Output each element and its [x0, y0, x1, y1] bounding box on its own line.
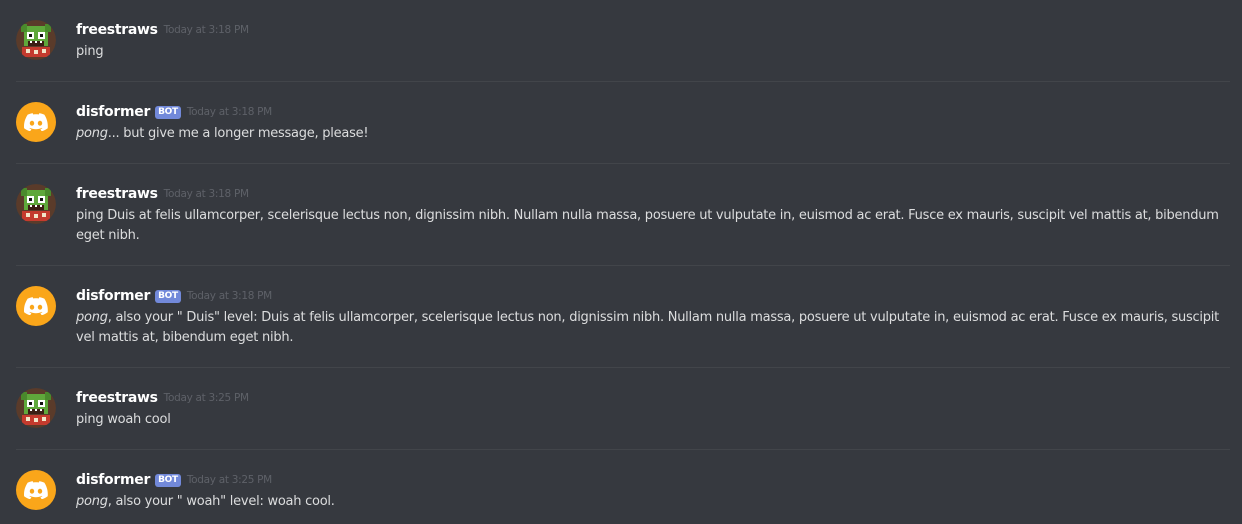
message-emphasis: pong — [76, 310, 108, 325]
message-text: ... but give me a longer message, please… — [107, 126, 369, 141]
message-item: disformer BOT Today at 3:18 PM pong, als… — [0, 286, 1242, 348]
discord-logo-icon[interactable] — [16, 286, 56, 326]
message-content: ping — [76, 42, 1228, 62]
discord-logo-icon[interactable] — [16, 470, 56, 510]
message-author[interactable]: freestraws — [76, 390, 158, 406]
message-content: pong, also your " Duis" level: Duis at f… — [76, 308, 1228, 348]
message-item: freestraws Today at 3:18 PM ping — [0, 20, 1242, 62]
message-timestamp: Today at 3:18 PM — [163, 24, 249, 36]
bot-badge: BOT — [155, 289, 181, 303]
message-text: ping Duis at felis ullamcorper, sceleris… — [76, 208, 1219, 243]
bot-badge: BOT — [155, 473, 181, 487]
message-item: freestraws Today at 3:18 PM ping Duis at… — [0, 184, 1242, 246]
message-text: ping woah cool — [76, 412, 171, 427]
message-item: disformer BOT Today at 3:25 PM pong, als… — [0, 470, 1242, 512]
message-author[interactable]: disformer — [76, 104, 150, 120]
bot-badge: BOT — [155, 105, 181, 119]
message-text: , also your " woah" level: woah cool. — [107, 494, 335, 509]
message-item: freestraws Today at 3:25 PM ping woah co… — [0, 388, 1242, 430]
message-text: ping — [76, 44, 104, 59]
message-author[interactable]: freestraws — [76, 22, 158, 38]
message-timestamp: Today at 3:18 PM — [186, 290, 272, 302]
message-content: ping Duis at felis ullamcorper, sceleris… — [76, 206, 1228, 246]
message-content: pong... but give me a longer message, pl… — [76, 124, 1228, 144]
message-content: ping woah cool — [76, 410, 1228, 430]
message-author[interactable]: freestraws — [76, 186, 158, 202]
user-avatar-icon[interactable] — [16, 388, 56, 428]
message-emphasis: pong — [76, 126, 108, 141]
message-content: pong, also your " woah" level: woah cool… — [76, 492, 1228, 512]
message-author[interactable]: disformer — [76, 472, 150, 488]
message-item: disformer BOT Today at 3:18 PM pong... b… — [0, 102, 1242, 144]
discord-logo-icon[interactable] — [16, 102, 56, 142]
message-timestamp: Today at 3:25 PM — [186, 474, 272, 486]
message-text: , also your " Duis" level: Duis at felis… — [76, 310, 1220, 345]
message-timestamp: Today at 3:18 PM — [186, 106, 272, 118]
user-avatar-icon[interactable] — [16, 184, 56, 224]
message-timestamp: Today at 3:18 PM — [163, 188, 249, 200]
user-avatar-icon[interactable] — [16, 20, 56, 60]
message-author[interactable]: disformer — [76, 288, 150, 304]
message-timestamp: Today at 3:25 PM — [163, 392, 249, 404]
message-emphasis: pong — [76, 494, 108, 509]
chat-messages: freestraws Today at 3:18 PM ping disform… — [0, 0, 1242, 524]
